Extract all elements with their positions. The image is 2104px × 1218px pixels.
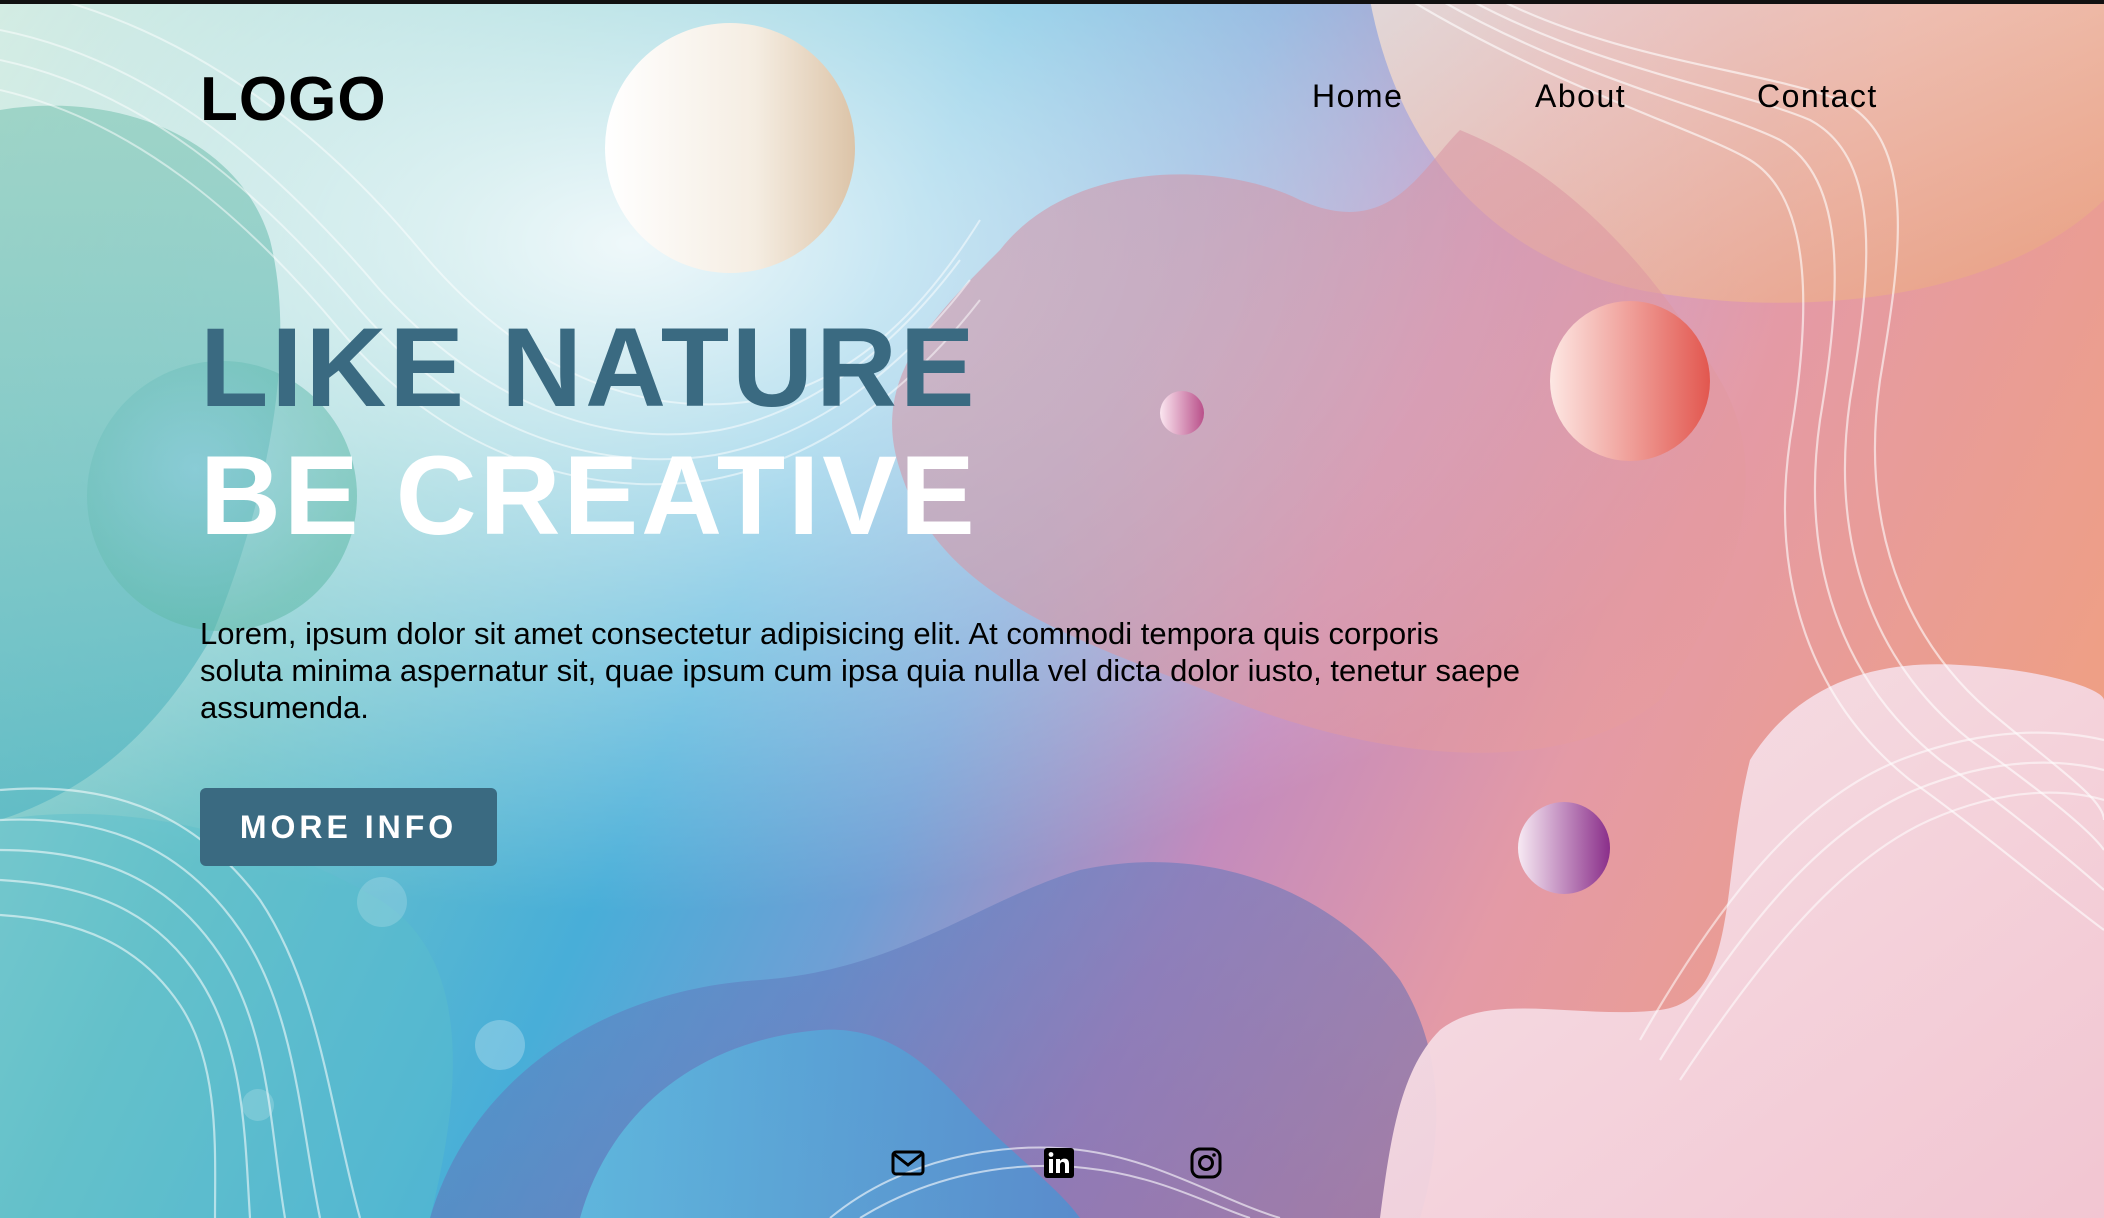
mail-icon[interactable] [891,1146,925,1180]
instagram-icon[interactable] [1189,1146,1223,1180]
hero-headline-primary: LIKE NATURE [200,305,978,430]
linkedin-icon[interactable] [1042,1146,1076,1180]
landing-content: LOGO Home About Contact LIKE NATURE BE C… [0,0,2104,1218]
more-info-button[interactable]: MORE INFO [200,788,497,866]
nav-home[interactable]: Home [1312,78,1403,115]
nav-about[interactable]: About [1535,78,1626,115]
hero-description: Lorem, ipsum dolor sit amet consectetur … [200,616,1520,725]
logo[interactable]: LOGO [200,64,387,135]
hero-headline-secondary: BE CREATIVE [200,433,978,558]
top-border [0,0,2104,4]
nav-contact[interactable]: Contact [1757,78,1878,115]
